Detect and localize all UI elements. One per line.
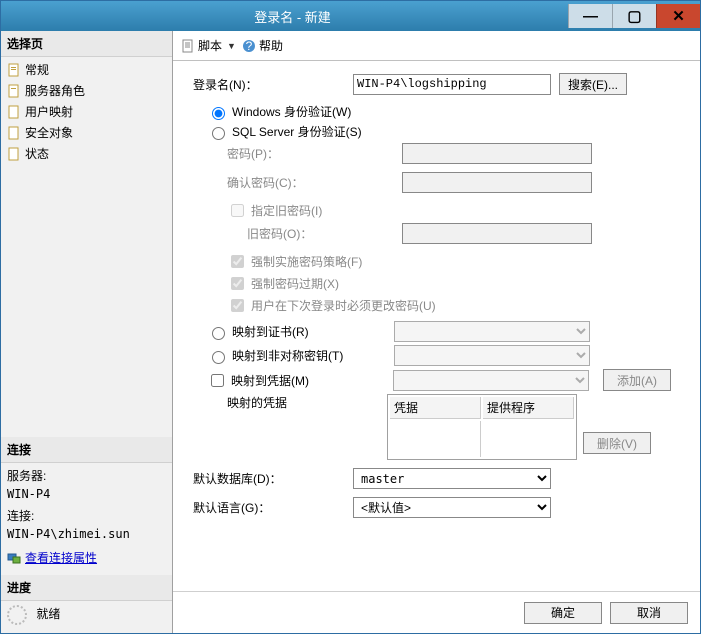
- windows-auth-label: Windows 身份验证(W): [232, 103, 351, 120]
- default-lang-label: 默认语言(G)：: [193, 499, 353, 516]
- script-label: 脚本: [198, 37, 222, 54]
- connection-icon: [7, 551, 21, 565]
- help-button[interactable]: ? 帮助: [242, 37, 283, 54]
- window-title: 登录名 - 新建: [17, 7, 568, 26]
- connection-info: 服务器: WIN-P4 连接: WIN-P4\zhimei.sun 查看连接属性: [1, 463, 172, 575]
- credentials-table: 凭据 提供程序: [387, 394, 577, 460]
- sql-auth-radio[interactable]: SQL Server 身份验证(S): [193, 123, 688, 140]
- cred-select: [393, 370, 589, 391]
- windows-auth-radio[interactable]: Windows 身份验证(W): [193, 103, 688, 120]
- password-input: [402, 143, 592, 164]
- progress-block: 就绪: [1, 601, 172, 633]
- cancel-button[interactable]: 取消: [610, 602, 688, 624]
- must-change-label: 用户在下次登录时必须更改密码(U): [251, 297, 436, 314]
- default-lang-select[interactable]: <默认值>: [353, 497, 551, 518]
- must-change-row: 用户在下次登录时必须更改密码(U): [193, 296, 688, 315]
- add-credential-button: 添加(A): [603, 369, 671, 391]
- enforce-expire-row: 强制密码过期(X): [193, 274, 688, 293]
- sidebar-item-label: 常规: [25, 61, 49, 78]
- maximize-button[interactable]: ▢: [612, 4, 656, 28]
- map-asym-label: 映射到非对称密钥(T): [232, 347, 390, 364]
- sql-auth-radio-input[interactable]: [212, 127, 225, 140]
- search-button[interactable]: 搜索(E)...: [559, 73, 627, 95]
- script-icon: [181, 39, 195, 53]
- sidebar-item-status[interactable]: 状态: [1, 143, 172, 164]
- sidebar-item-user-mapping[interactable]: 用户映射: [1, 101, 172, 122]
- page-icon: [7, 147, 21, 161]
- map-cert-radio[interactable]: [212, 327, 225, 340]
- page-icon: [7, 126, 21, 140]
- help-icon: ?: [242, 39, 256, 53]
- minimize-button[interactable]: —: [568, 4, 612, 28]
- svg-text:?: ?: [246, 39, 253, 53]
- specify-old-check-row: 指定旧密码(I): [193, 201, 688, 220]
- connection-header: 连接: [1, 437, 172, 463]
- conn-value: WIN-P4\zhimei.sun: [7, 525, 166, 543]
- page-icon: [7, 63, 21, 77]
- progress-header: 进度: [1, 575, 172, 601]
- old-password-label: 旧密码(O)：: [247, 225, 402, 242]
- sidebar-item-label: 状态: [25, 145, 49, 162]
- enforce-policy-checkbox: [231, 255, 244, 268]
- dropdown-arrow-icon: ▼: [225, 41, 236, 51]
- select-page-header: 选择页: [1, 31, 172, 57]
- enforce-policy-label: 强制实施密码策略(F): [251, 253, 362, 270]
- progress-spinner-icon: [7, 605, 27, 625]
- server-value: WIN-P4: [7, 485, 166, 503]
- login-name-input[interactable]: [353, 74, 551, 95]
- view-connection-props-link[interactable]: 查看连接属性: [25, 549, 97, 567]
- old-password-input: [402, 223, 592, 244]
- enforce-expire-checkbox: [231, 277, 244, 290]
- default-db-label: 默认数据库(D)：: [193, 470, 353, 487]
- sidebar: 选择页 常规 服务器角色 用户映射 安全对象 状态: [1, 31, 173, 633]
- server-label: 服务器:: [7, 467, 166, 485]
- map-cred-checkbox[interactable]: [211, 374, 224, 387]
- enforce-expire-label: 强制密码过期(X): [251, 275, 339, 292]
- provider-col-header: 提供程序: [483, 397, 574, 419]
- password-label: 密码(P)：: [227, 145, 402, 162]
- asym-select: [394, 345, 590, 366]
- must-change-checkbox: [231, 299, 244, 312]
- remove-credential-button: 删除(V): [583, 432, 651, 454]
- login-name-label: 登录名(N)：: [193, 76, 353, 93]
- map-cert-label: 映射到证书(R): [232, 323, 390, 340]
- confirm-password-label: 确认密码(C)：: [227, 174, 402, 191]
- toolbar: 脚本 ▼ ? 帮助: [173, 31, 700, 61]
- script-button[interactable]: 脚本 ▼: [181, 37, 236, 54]
- specify-old-checkbox: [231, 204, 244, 217]
- specify-old-label: 指定旧密码(I): [251, 202, 322, 219]
- enforce-policy-row: 强制实施密码策略(F): [193, 252, 688, 271]
- map-asym-radio[interactable]: [212, 351, 225, 364]
- mapped-cred-label: 映射的凭据: [227, 394, 387, 411]
- sql-auth-label: SQL Server 身份验证(S): [232, 123, 362, 140]
- page-icon: [7, 84, 21, 98]
- default-db-select[interactable]: master: [353, 468, 551, 489]
- map-cred-label: 映射到凭据(M): [231, 372, 389, 389]
- confirm-password-input: [402, 172, 592, 193]
- sidebar-item-label: 用户映射: [25, 103, 73, 120]
- conn-label: 连接:: [7, 507, 166, 525]
- sidebar-item-securables[interactable]: 安全对象: [1, 122, 172, 143]
- sidebar-item-label: 安全对象: [25, 124, 73, 141]
- cred-col-header: 凭据: [390, 397, 481, 419]
- cert-select: [394, 321, 590, 342]
- sidebar-item-label: 服务器角色: [25, 82, 85, 99]
- close-button[interactable]: ✕: [656, 4, 700, 28]
- sidebar-item-server-roles[interactable]: 服务器角色: [1, 80, 172, 101]
- help-label: 帮助: [259, 37, 283, 54]
- progress-status: 就绪: [36, 607, 60, 621]
- ok-button[interactable]: 确定: [524, 602, 602, 624]
- page-icon: [7, 105, 21, 119]
- dialog-footer: 确定 取消: [173, 591, 700, 633]
- windows-auth-radio-input[interactable]: [212, 107, 225, 120]
- title-bar: 登录名 - 新建 — ▢ ✕: [1, 1, 700, 31]
- sidebar-item-general[interactable]: 常规: [1, 59, 172, 80]
